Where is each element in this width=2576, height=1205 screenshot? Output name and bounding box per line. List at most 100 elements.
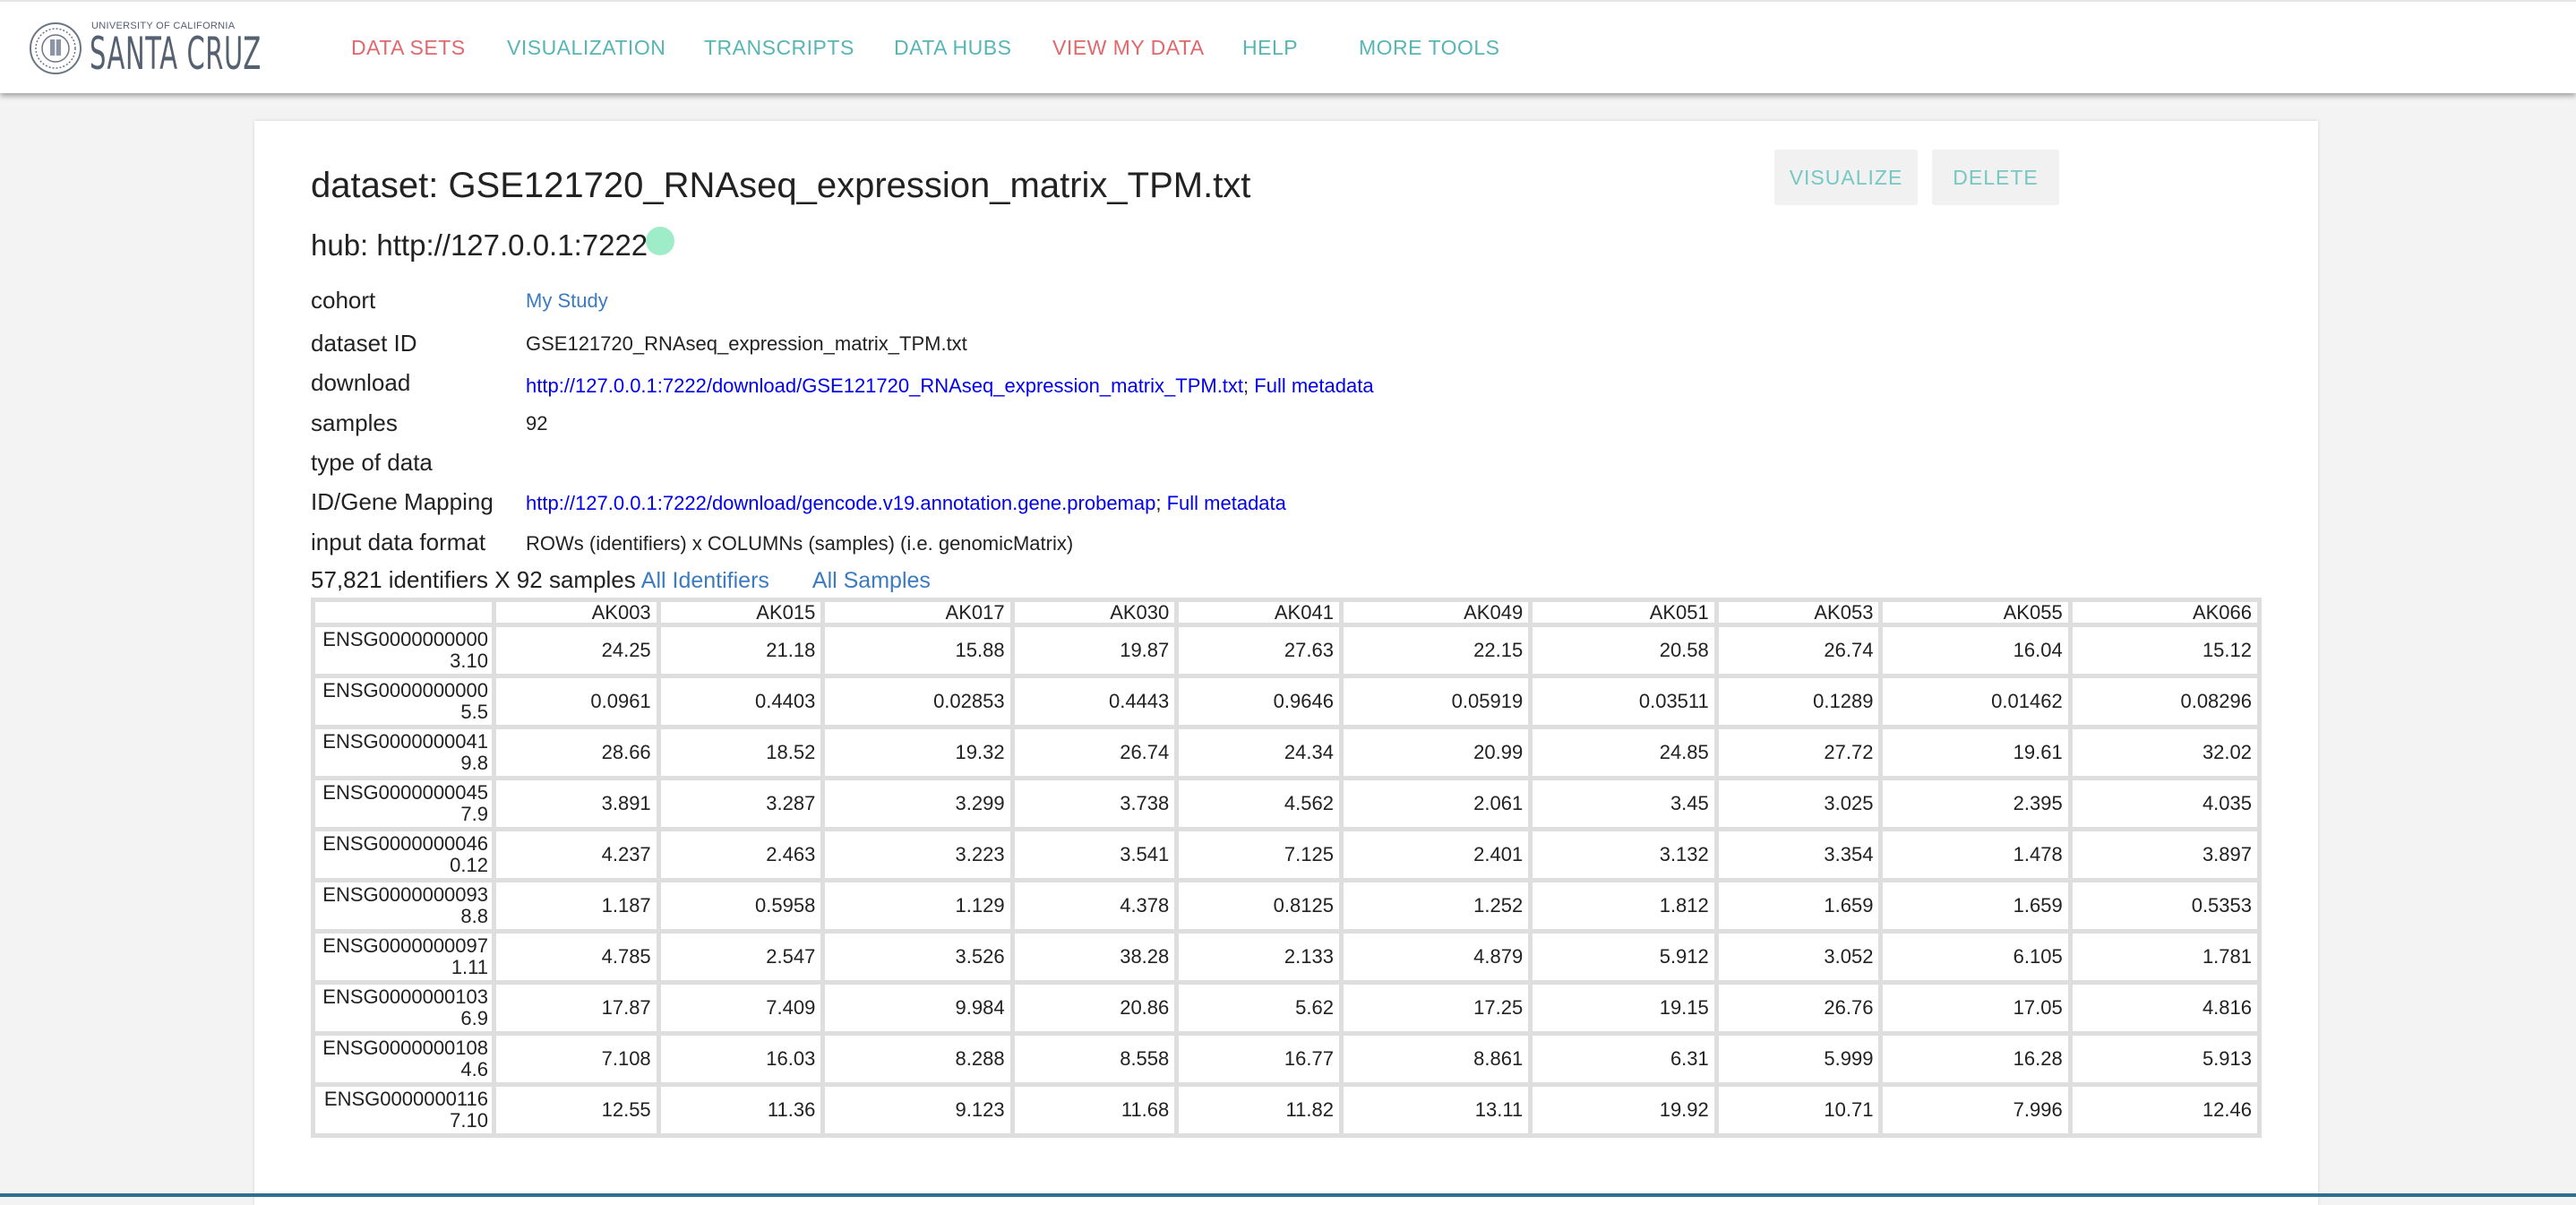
- table-cell: 7.996: [1883, 1087, 2068, 1133]
- column-header: AK055: [1883, 602, 2068, 623]
- table-cell: 6.31: [1533, 1036, 1714, 1082]
- samples-value: 92: [526, 412, 548, 435]
- table-cell: 8.558: [1014, 1036, 1175, 1082]
- dataset-id-value: GSE121720_RNAseq_expression_matrix_TPM.t…: [526, 332, 967, 355]
- table-cell: 1.659: [1883, 882, 2068, 929]
- table-cell: 1.478: [1883, 831, 2068, 878]
- nav-help[interactable]: HELP: [1242, 36, 1298, 60]
- table-row: ENSG0000000108 4.6 7.108 16.03 8.288 8.558 16.…: [315, 1036, 2257, 1082]
- table-cell: 2.133: [1179, 934, 1339, 980]
- table-cell: 3.132: [1533, 831, 1714, 878]
- row-identifier: ENSG0000000093 8.8: [315, 882, 492, 929]
- row-identifier-line: 7.10: [450, 1109, 488, 1132]
- data-preview-table: AK003 AK015 AK017 AK030 AK041 AK049 AK05…: [311, 598, 2262, 1138]
- meta-value: My Study: [526, 289, 608, 313]
- row-identifier-line: ENSG0000000041: [322, 730, 488, 753]
- table-cell: 5.62: [1179, 985, 1339, 1031]
- row-identifier: ENSG0000000108 4.6: [315, 1036, 492, 1082]
- cohort-link[interactable]: My Study: [526, 289, 608, 312]
- all-samples-link[interactable]: All Samples: [812, 568, 931, 593]
- column-header: AK030: [1014, 602, 1175, 623]
- row-identifier-line: ENSG0000000000: [322, 679, 488, 701]
- table-cell: 22.15: [1343, 627, 1529, 674]
- table-cell: 3.052: [1718, 934, 1879, 980]
- top-nav-bar: UNIVERSITY OF CALIFORNIA SANTA CRUZ DATA…: [0, 0, 2576, 93]
- nav-visualization[interactable]: VISUALIZATION: [507, 36, 665, 60]
- table-cell: 20.58: [1533, 627, 1714, 674]
- table-cell: 19.92: [1533, 1087, 1714, 1133]
- nav-more-tools[interactable]: MORE TOOLS: [1359, 36, 1500, 60]
- nav-transcripts[interactable]: TRANSCRIPTS: [704, 36, 854, 60]
- column-header: AK051: [1533, 602, 1714, 623]
- table-cell: 12.46: [2072, 1087, 2257, 1133]
- download-link[interactable]: http://127.0.0.1:7222/download/GSE121720…: [526, 374, 1243, 397]
- table-cell: 0.05919: [1343, 678, 1529, 725]
- all-identifiers-link[interactable]: All Identifiers: [641, 568, 769, 593]
- table-cell: 1.187: [496, 882, 657, 929]
- table-cell: 2.547: [660, 934, 821, 980]
- table-cell: 0.5353: [2072, 882, 2257, 929]
- table-cell: 4.035: [2072, 780, 2257, 827]
- table-row: ENSG0000000041 9.8 28.66 18.52 19.32 26.74 24.…: [315, 729, 2257, 776]
- probemap-link[interactable]: http://127.0.0.1:7222/download/gencode.v…: [526, 492, 1155, 514]
- table-cell: 4.785: [496, 934, 657, 980]
- delete-button[interactable]: DELETE: [1932, 150, 2059, 205]
- row-identifier-line: 4.6: [460, 1058, 488, 1080]
- row-identifier-line: ENSG0000000103: [322, 986, 488, 1008]
- row-identifier-line: 3.10: [450, 650, 488, 672]
- row-identifier: ENSG0000000116 7.10: [315, 1087, 492, 1133]
- table-cell: 15.88: [825, 627, 1010, 674]
- table-cell: 3.025: [1718, 780, 1879, 827]
- table-cell: 19.61: [1883, 729, 2068, 776]
- hub-url: hub: http://127.0.0.1:7222: [311, 228, 648, 262]
- visualize-button[interactable]: VISUALIZE: [1774, 150, 1918, 205]
- meta-value: http://127.0.0.1:7222/download/gencode.v…: [526, 492, 1286, 515]
- download-full-metadata-link[interactable]: Full metadata: [1254, 374, 1373, 397]
- table-corner-cell: [315, 602, 492, 623]
- table-cell: 0.1289: [1718, 678, 1879, 725]
- table-row: ENSG0000000097 1.11 4.785 2.547 3.526 38.28 2.…: [315, 934, 2257, 980]
- row-identifier: ENSG0000000103 6.9: [315, 985, 492, 1031]
- row-identifier-line: 8.8: [460, 905, 488, 927]
- table-cell: 4.562: [1179, 780, 1339, 827]
- meta-label: dataset ID: [311, 330, 417, 357]
- meta-label: samples: [311, 409, 398, 436]
- row-identifier-line: 9.8: [460, 752, 488, 774]
- table-cell: 7.108: [496, 1036, 657, 1082]
- table-cell: 3.299: [825, 780, 1010, 827]
- row-identifier-line: ENSG0000000108: [322, 1037, 488, 1059]
- table-cell: 13.11: [1343, 1087, 1529, 1133]
- table-cell: 20.99: [1343, 729, 1529, 776]
- nav-view-my-data[interactable]: VIEW MY DATA: [1052, 36, 1205, 60]
- meta-label: download: [311, 369, 411, 396]
- table-cell: 21.18: [660, 627, 821, 674]
- row-identifier: ENSG0000000000 5.5: [315, 678, 492, 725]
- nav-data-sets[interactable]: DATA SETS: [351, 36, 466, 60]
- table-cell: 0.02853: [825, 678, 1010, 725]
- row-identifier-line: ENSG0000000045: [322, 781, 488, 804]
- table-cell: 3.897: [2072, 831, 2257, 878]
- table-cell: 9.984: [825, 985, 1010, 1031]
- table-cell: 3.526: [825, 934, 1010, 980]
- table-cell: 3.223: [825, 831, 1010, 878]
- table-cell: 4.378: [1014, 882, 1175, 929]
- probemap-full-metadata-link[interactable]: Full metadata: [1167, 492, 1286, 514]
- row-identifier-line: ENSG0000000000: [322, 628, 488, 650]
- table-cell: 0.03511: [1533, 678, 1714, 725]
- meta-row-type-of-data: type of data: [311, 449, 2192, 479]
- column-header: AK003: [496, 602, 657, 623]
- table-cell: 0.9646: [1179, 678, 1339, 725]
- logo-campus-text: SANTA CRUZ: [90, 28, 262, 80]
- dimension-summary: 57,821 identifiers X 92 samples All Ident…: [311, 566, 931, 594]
- nav-data-hubs[interactable]: DATA HUBS: [894, 36, 1011, 60]
- table-cell: 5.913: [2072, 1036, 2257, 1082]
- table-cell: 3.541: [1014, 831, 1175, 878]
- ucsc-logo[interactable]: UNIVERSITY OF CALIFORNIA SANTA CRUZ: [29, 18, 261, 81]
- table-cell: 20.86: [1014, 985, 1175, 1031]
- hub-status-icon: [646, 227, 674, 255]
- table-cell: 1.252: [1343, 882, 1529, 929]
- table-cell: 24.25: [496, 627, 657, 674]
- separator: ;: [1243, 374, 1255, 397]
- table-cell: 0.5958: [660, 882, 821, 929]
- table-row: ENSG0000000116 7.10 12.55 11.36 9.123 11.68 11…: [315, 1087, 2257, 1133]
